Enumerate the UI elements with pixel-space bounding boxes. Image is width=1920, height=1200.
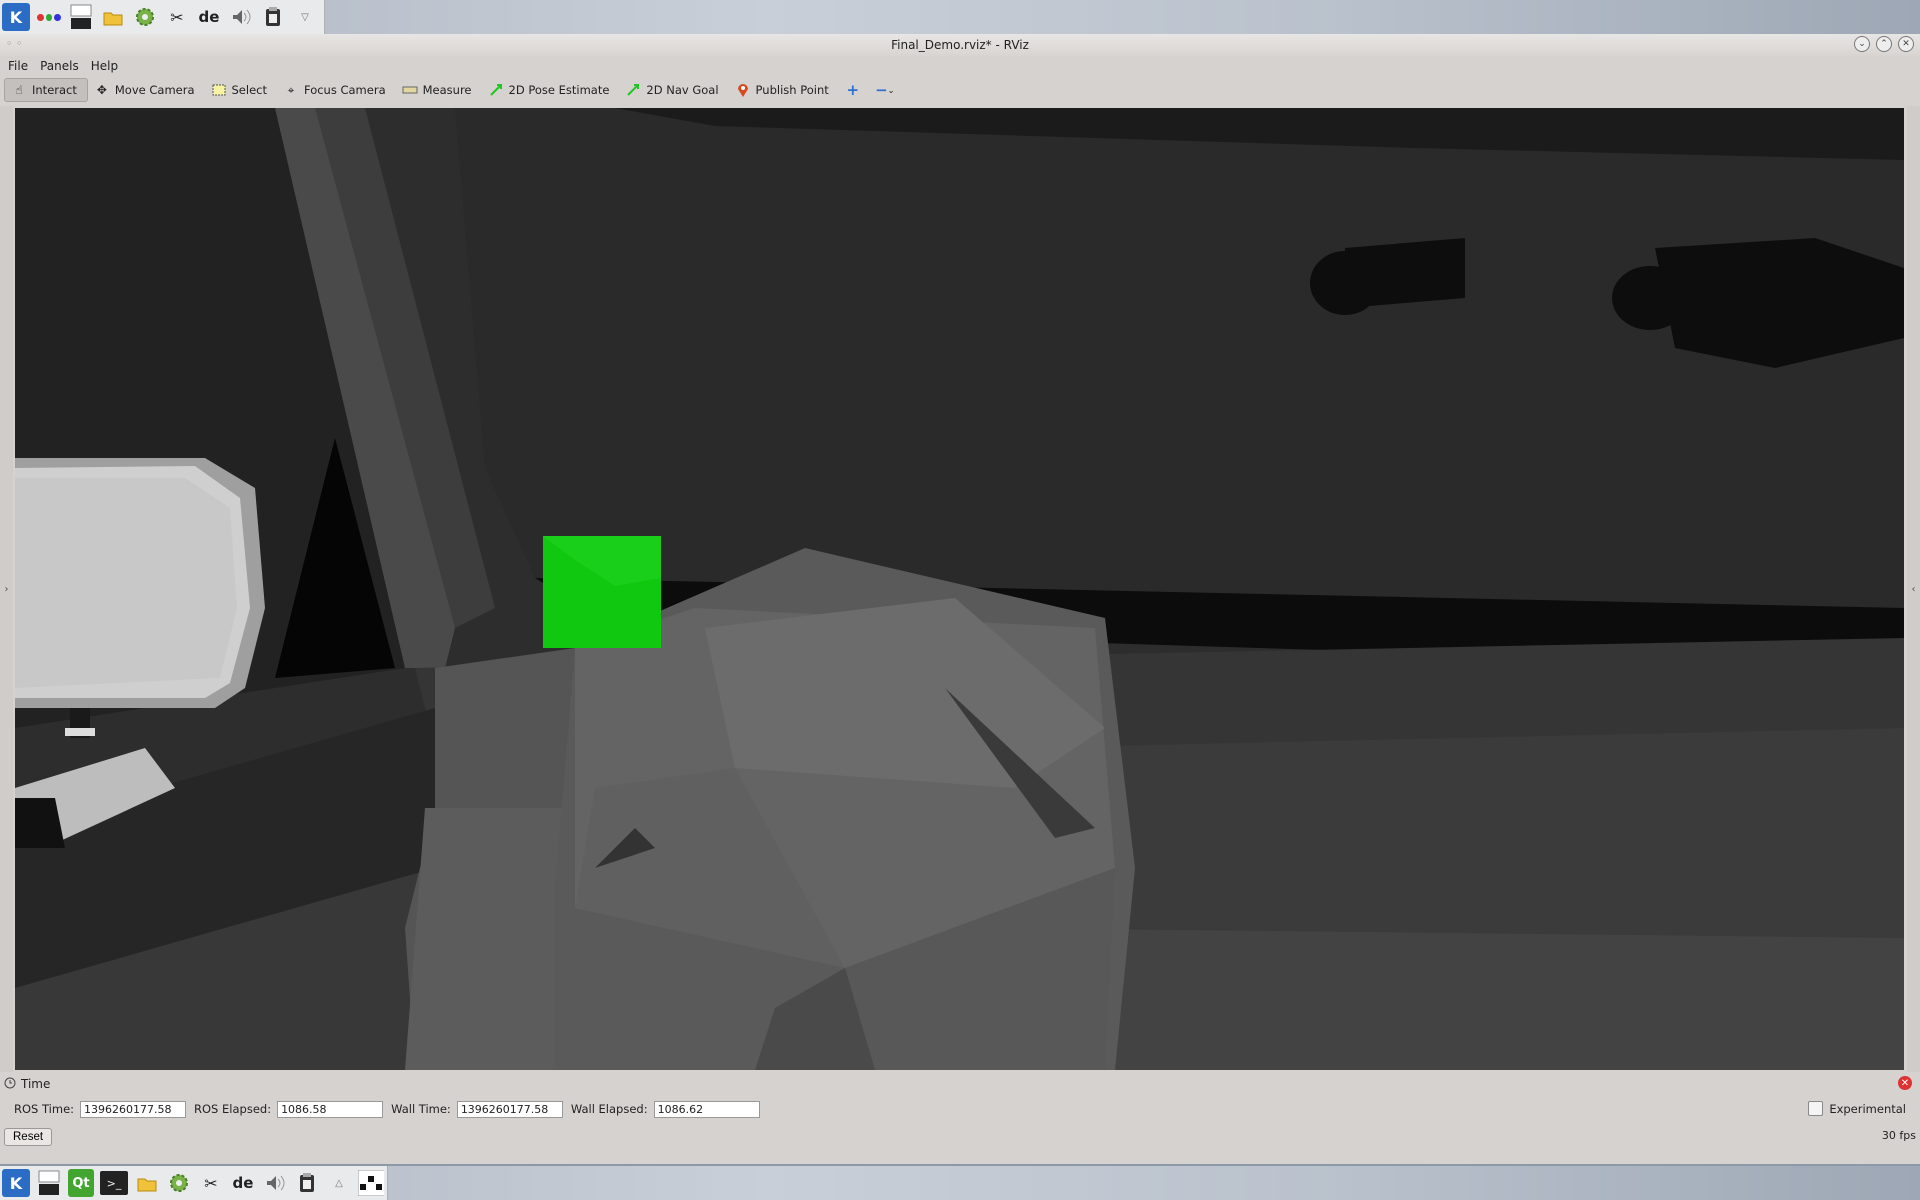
tool-2d-nav-goal-label: 2D Nav Goal [646, 83, 719, 97]
menu-panels[interactable]: Panels [34, 59, 85, 73]
select-icon [211, 83, 227, 97]
panel-close-icon[interactable]: ✕ [1898, 1076, 1912, 1090]
folder-icon[interactable] [100, 4, 126, 30]
right-dock-toggle[interactable]: ‹ [1907, 106, 1920, 1072]
scissors-icon[interactable]: ✂ [198, 1170, 224, 1196]
window-titlebar[interactable]: ◦ ◦ Final_Demo.rviz* - RViz ⌄ ⌃ ✕ [0, 34, 1920, 56]
remove-tool-button[interactable]: − ⌄ [871, 79, 903, 101]
time-panel-title: Time [21, 1077, 51, 1091]
tray-expand-icon[interactable]: ▽ [292, 4, 318, 30]
tool-2d-nav-goal[interactable]: 2D Nav Goal [619, 79, 728, 101]
time-panel-header: Time ✕ [0, 1074, 1920, 1094]
experimental-toggle[interactable]: Experimental [1808, 1101, 1906, 1116]
top-taskbar-tray: K ✂ de ▽ [0, 0, 325, 34]
menu-file[interactable]: File [2, 59, 34, 73]
tool-2d-pose-estimate-label: 2D Pose Estimate [508, 83, 610, 97]
focus-camera-icon: ⌖ [287, 82, 295, 97]
tool-focus-camera-label: Focus Camera [303, 83, 386, 97]
terminal-icon[interactable]: >_ [100, 1171, 128, 1195]
maximize-icon[interactable]: ⌃ [1876, 36, 1892, 52]
close-icon[interactable]: ✕ [1898, 36, 1914, 52]
tool-measure-label: Measure [422, 83, 472, 97]
window-menu-icon[interactable]: ◦ ◦ [6, 37, 22, 50]
time-panel: Time ✕ ROS Time: 1396260177.58 ROS Elaps… [0, 1074, 1920, 1164]
ros-time-field[interactable]: 1396260177.58 [80, 1100, 187, 1118]
tool-interact[interactable]: ☝ Interact [4, 78, 88, 102]
pager-grid-icon[interactable] [358, 1170, 384, 1196]
bottom-taskbar-tray: K Qt >_ ✂ de △ [0, 1166, 388, 1200]
plus-icon: + [846, 81, 860, 99]
minus-dropdown-icon: − ⌄ [875, 81, 895, 99]
reset-button[interactable]: Reset [4, 1128, 53, 1146]
settings-gear-icon[interactable] [166, 1170, 192, 1196]
move-camera-icon: ✥ [96, 83, 107, 97]
clock-icon [4, 1077, 16, 1092]
desktop-pager-icon[interactable] [36, 1170, 62, 1196]
fps-readout: 30 fps [1881, 1129, 1916, 1142]
ros-elapsed-label: ROS Elapsed: [194, 1102, 272, 1116]
tool-measure[interactable]: Measure [396, 79, 482, 101]
kde-launcher-icon[interactable]: K [2, 1169, 30, 1197]
tool-interact-label: Interact [32, 83, 77, 97]
tray-expand-icon[interactable]: △ [326, 1170, 352, 1196]
keyboard-layout-indicator[interactable]: de [196, 4, 222, 30]
keyboard-layout-indicator[interactable]: de [230, 1170, 256, 1196]
rviz-window: ◦ ◦ Final_Demo.rviz* - RViz ⌄ ⌃ ✕ File P… [0, 34, 1920, 1164]
clipboard-icon[interactable] [294, 1170, 320, 1196]
wall-time-label: Wall Time: [391, 1102, 451, 1116]
desktop-pager-icon[interactable] [68, 4, 94, 30]
experimental-checkbox[interactable] [1808, 1101, 1824, 1116]
tool-move-camera-label: Move Camera [114, 83, 195, 97]
bottom-taskbar: K Qt >_ ✂ de △ [0, 1166, 1920, 1200]
map-pin-icon [735, 83, 751, 97]
tool-select-label: Select [231, 83, 267, 97]
menu-help[interactable]: Help [85, 59, 124, 73]
tool-select[interactable]: Select [205, 79, 277, 101]
time-fields-row: ROS Time: 1396260177.58 ROS Elapsed: 108… [0, 1094, 1920, 1124]
nav-arrow-icon [625, 83, 641, 97]
measure-icon [402, 83, 418, 97]
wall-time-field[interactable]: 1396260177.58 [456, 1100, 563, 1118]
tool-publish-point[interactable]: Publish Point [729, 79, 839, 101]
pose-arrow-icon [488, 83, 504, 97]
wall-elapsed-label: Wall Elapsed: [570, 1102, 648, 1116]
tool-2d-pose-estimate[interactable]: 2D Pose Estimate [482, 79, 620, 101]
top-taskbar: K ✂ de ▽ [0, 0, 1920, 34]
3d-viewport[interactable] [15, 108, 1904, 1070]
settings-gear-icon[interactable] [132, 4, 158, 30]
kde-launcher-icon[interactable]: K [2, 3, 30, 31]
add-tool-button[interactable]: + [839, 79, 871, 101]
volume-icon[interactable] [262, 1170, 288, 1196]
3d-scene [15, 108, 1904, 1070]
menubar: File Panels Help [0, 56, 1920, 76]
qt-creator-icon[interactable]: Qt [68, 1169, 94, 1197]
minimize-icon[interactable]: ⌄ [1854, 36, 1870, 52]
tools-toolbar: ☝ Interact ✥ Move Camera Select ⌖ Focus … [0, 76, 1920, 104]
tool-publish-point-label: Publish Point [755, 83, 829, 97]
folder-icon[interactable] [134, 1170, 160, 1196]
ros-time-label: ROS Time: [14, 1102, 75, 1116]
clipboard-icon[interactable] [260, 4, 286, 30]
wall-elapsed-field[interactable]: 1086.62 [653, 1100, 760, 1118]
activity-dots-icon[interactable] [36, 4, 62, 30]
volume-icon[interactable] [228, 4, 254, 30]
tool-move-camera[interactable]: ✥ Move Camera [88, 79, 205, 101]
ros-elapsed-field[interactable]: 1086.58 [277, 1100, 384, 1118]
tool-focus-camera[interactable]: ⌖ Focus Camera [277, 79, 396, 101]
window-title: Final_Demo.rviz* - RViz [891, 38, 1029, 52]
hand-icon: ☝ [15, 83, 23, 97]
experimental-label: Experimental [1829, 1101, 1906, 1116]
status-row: Reset 30 fps [0, 1124, 1920, 1150]
scissors-icon[interactable]: ✂ [164, 4, 190, 30]
left-dock-toggle[interactable]: › [0, 106, 13, 1072]
render-area: › ‹ [0, 106, 1920, 1072]
